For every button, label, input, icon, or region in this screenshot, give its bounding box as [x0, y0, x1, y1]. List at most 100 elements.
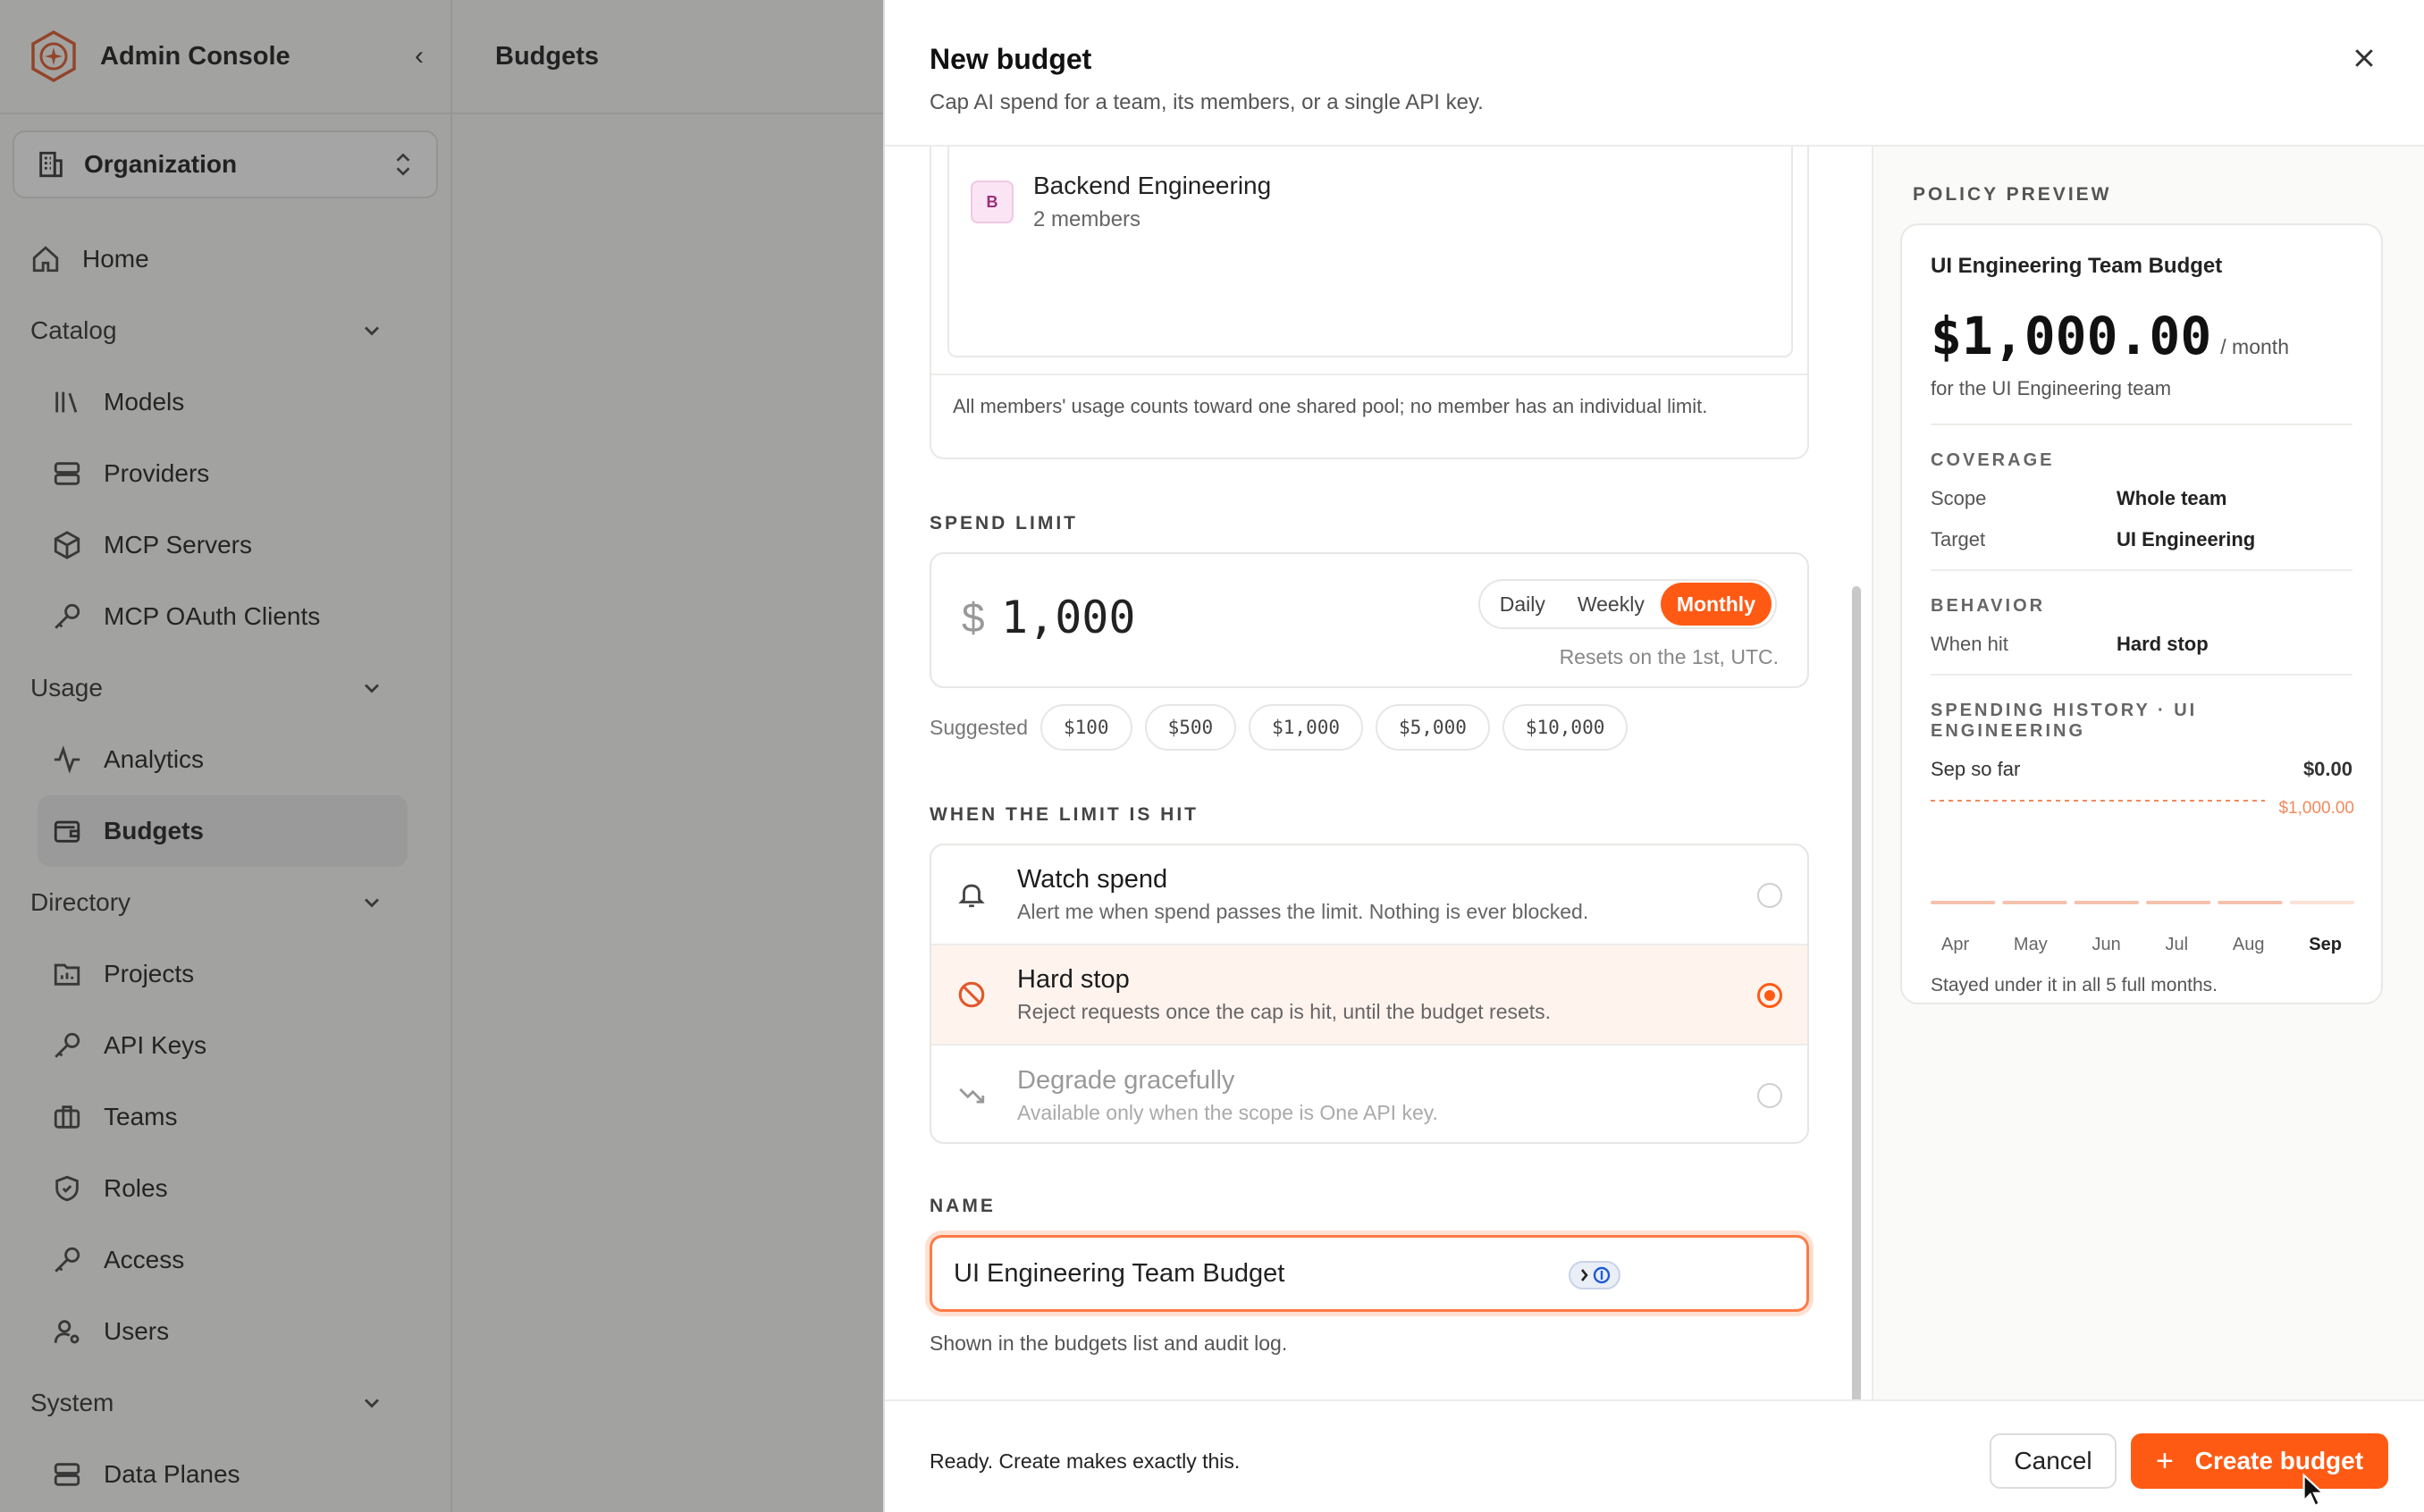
sidebar-item-label: Analytics — [104, 745, 205, 773]
user-gear-icon — [54, 1320, 80, 1344]
divider — [1931, 569, 2352, 571]
plus-icon: + — [2155, 1443, 2174, 1478]
briefcase-icon — [54, 1105, 80, 1129]
radio-hard-stop[interactable] — [1757, 983, 1782, 1008]
section-label: Catalog — [30, 316, 117, 344]
chevron-up-down-icon — [396, 153, 410, 176]
sidebar-item-budgets[interactable]: Budgets — [38, 795, 408, 867]
list-item[interactable]: B Backend Engineering 2 members — [949, 147, 1791, 232]
preview-target-note: for the UI Engineering team — [1931, 377, 2172, 399]
budget-name-input[interactable]: UI Engineering Team Budget — [930, 1235, 1809, 1312]
section-label: Usage — [30, 674, 103, 701]
suggested-chip[interactable]: $5,000 — [1376, 704, 1490, 751]
sidebar-item-api-keys[interactable]: API Keys — [0, 1010, 450, 1081]
period-weekly[interactable]: Weekly — [1561, 583, 1661, 626]
create-budget-button[interactable]: + Create budget — [2131, 1433, 2388, 1489]
password-manager-icon[interactable] — [1569, 1261, 1620, 1289]
option-watch-spend[interactable]: Watch spend Alert me when spend passes t… — [931, 845, 1807, 945]
period-daily[interactable]: Daily — [1484, 583, 1561, 626]
close-icon[interactable] — [2351, 45, 2378, 71]
suggested-chip[interactable]: $100 — [1039, 704, 1132, 751]
organization-switcher[interactable]: Organization — [13, 130, 438, 198]
sidebar: Admin Console ‹ Organization Home Catalo… — [0, 0, 452, 1512]
policy-preview-panel: POLICY PREVIEW UI Engineering Team Budge… — [1872, 147, 2424, 1399]
behavior-label: BEHAVIOR — [1931, 596, 2046, 616]
option-description: Available only when the scope is One API… — [1017, 1101, 1438, 1124]
tick-label: Apr — [1941, 935, 1970, 954]
row-key: Target — [1931, 528, 1986, 550]
coverage-label: COVERAGE — [1931, 450, 2055, 470]
sidebar-section-catalog[interactable]: Catalog — [0, 295, 450, 366]
budgets-page: Budgets — [452, 0, 883, 1512]
option-hard-stop[interactable]: Hard stop Reject requests once the cap i… — [931, 945, 1807, 1046]
chevron-down-icon — [365, 1399, 379, 1408]
shield-check-icon — [55, 1175, 79, 1202]
sidebar-item-data-planes[interactable]: Data Planes — [0, 1439, 450, 1510]
sidebar-item-users[interactable]: Users — [0, 1296, 450, 1367]
row-key: Scope — [1931, 487, 1987, 509]
key-icon — [55, 1032, 80, 1058]
spend-limit-label: SPEND LIMIT — [930, 513, 1079, 533]
cancel-button[interactable]: Cancel — [1990, 1433, 2117, 1489]
bar-may — [2002, 901, 2067, 904]
sidebar-section-directory[interactable]: Directory — [0, 867, 450, 938]
bar-sep — [2289, 901, 2354, 904]
collapse-sidebar-icon[interactable]: ‹ — [415, 41, 424, 71]
option-degrade-gracefully: Degrade gracefully Available only when t… — [931, 1046, 1807, 1142]
row-value: $0.00 — [2302, 758, 2352, 780]
suggested-label: Suggested — [930, 715, 1028, 739]
suggested-chip[interactable]: $1,000 — [1249, 704, 1363, 751]
option-description: Alert me when spend passes the limit. No… — [1017, 900, 1589, 923]
sidebar-item-access[interactable]: Access — [0, 1224, 450, 1296]
sidebar-item-analytics[interactable]: Analytics — [0, 724, 450, 795]
drawer-footer: Ready. Create makes exactly this. Cancel… — [885, 1399, 2424, 1512]
tick-label: Aug — [2232, 935, 2265, 954]
so-far-row: Sep so far $0.00 — [1931, 758, 2352, 781]
suggested-amounts: Suggested $100 $500 $1,000 $5,000 $10,00… — [930, 704, 1640, 751]
sidebar-item-teams[interactable]: Teams — [0, 1081, 450, 1153]
form-scrollbar[interactable] — [1852, 586, 1861, 1399]
amount-input[interactable]: 1,000 — [1001, 592, 1136, 643]
mouse-cursor-icon — [2302, 1473, 2326, 1508]
team-members: 2 members — [1033, 207, 1141, 231]
row-value: Hard stop — [2117, 633, 2209, 655]
sidebar-item-label: Teams — [104, 1103, 178, 1130]
sidebar-item-mcp-oauth-clients[interactable]: MCP OAuth Clients — [0, 581, 450, 652]
team-avatar: B — [971, 181, 1014, 223]
chart-svg: $1,000.00 — [1931, 799, 2354, 904]
radio-watch-spend[interactable] — [1757, 883, 1782, 908]
sidebar-item-roles[interactable]: Roles — [0, 1153, 450, 1224]
sidebar-item-label: Access — [104, 1246, 185, 1273]
sidebar-section-usage[interactable]: Usage — [0, 652, 450, 724]
budget-name-value: UI Engineering Team Budget — [954, 1258, 1285, 1288]
scope-row: Scope Whole team — [1931, 487, 2352, 510]
chevron-down-icon — [365, 326, 379, 336]
tick-label: May — [2013, 935, 2048, 954]
team-list[interactable]: B Backend Engineering 2 members — [947, 147, 1793, 357]
chevron-down-icon — [365, 684, 379, 693]
trending-down-icon — [959, 1088, 985, 1104]
sidebar-item-models[interactable]: Models — [0, 366, 450, 438]
key-icon — [55, 1247, 80, 1273]
sidebar-header: Admin Console ‹ — [0, 0, 450, 114]
sidebar-item-providers[interactable]: Providers — [0, 438, 450, 509]
sidebar-item-home[interactable]: Home — [0, 223, 450, 295]
target-row: Target UI Engineering — [1931, 528, 2352, 551]
period-monthly[interactable]: Monthly — [1660, 583, 1772, 626]
suggested-chip[interactable]: $10,000 — [1502, 704, 1629, 751]
sidebar-item-projects[interactable]: Projects — [0, 938, 450, 1010]
sidebar-item-label: Providers — [104, 459, 210, 487]
logo-icon — [31, 29, 76, 83]
pool-note: All members' usage counts toward one sha… — [931, 374, 1807, 418]
history-label: SPENDING HISTORY · UI ENGINEERING — [1931, 701, 2198, 741]
sidebar-nav: Home Catalog Models Providers MCP Server… — [0, 223, 450, 1510]
sidebar-section-system[interactable]: System — [0, 1367, 450, 1439]
sidebar-item-mcp-servers[interactable]: MCP Servers — [0, 509, 450, 581]
suggested-chip[interactable]: $500 — [1144, 704, 1237, 751]
bar-jul — [2146, 901, 2211, 904]
preview-amount: $1,000.00 — [1931, 306, 2212, 366]
spend-limit-field: $ 1,000 Daily Weekly Monthly Resets on t… — [930, 552, 1809, 688]
option-description: Reject requests once the cap is hit, unt… — [1017, 1000, 1552, 1023]
limit-label: $1,000.00 — [2278, 799, 2354, 818]
spending-history-chart: $1,000.00 — [1931, 788, 2354, 931]
